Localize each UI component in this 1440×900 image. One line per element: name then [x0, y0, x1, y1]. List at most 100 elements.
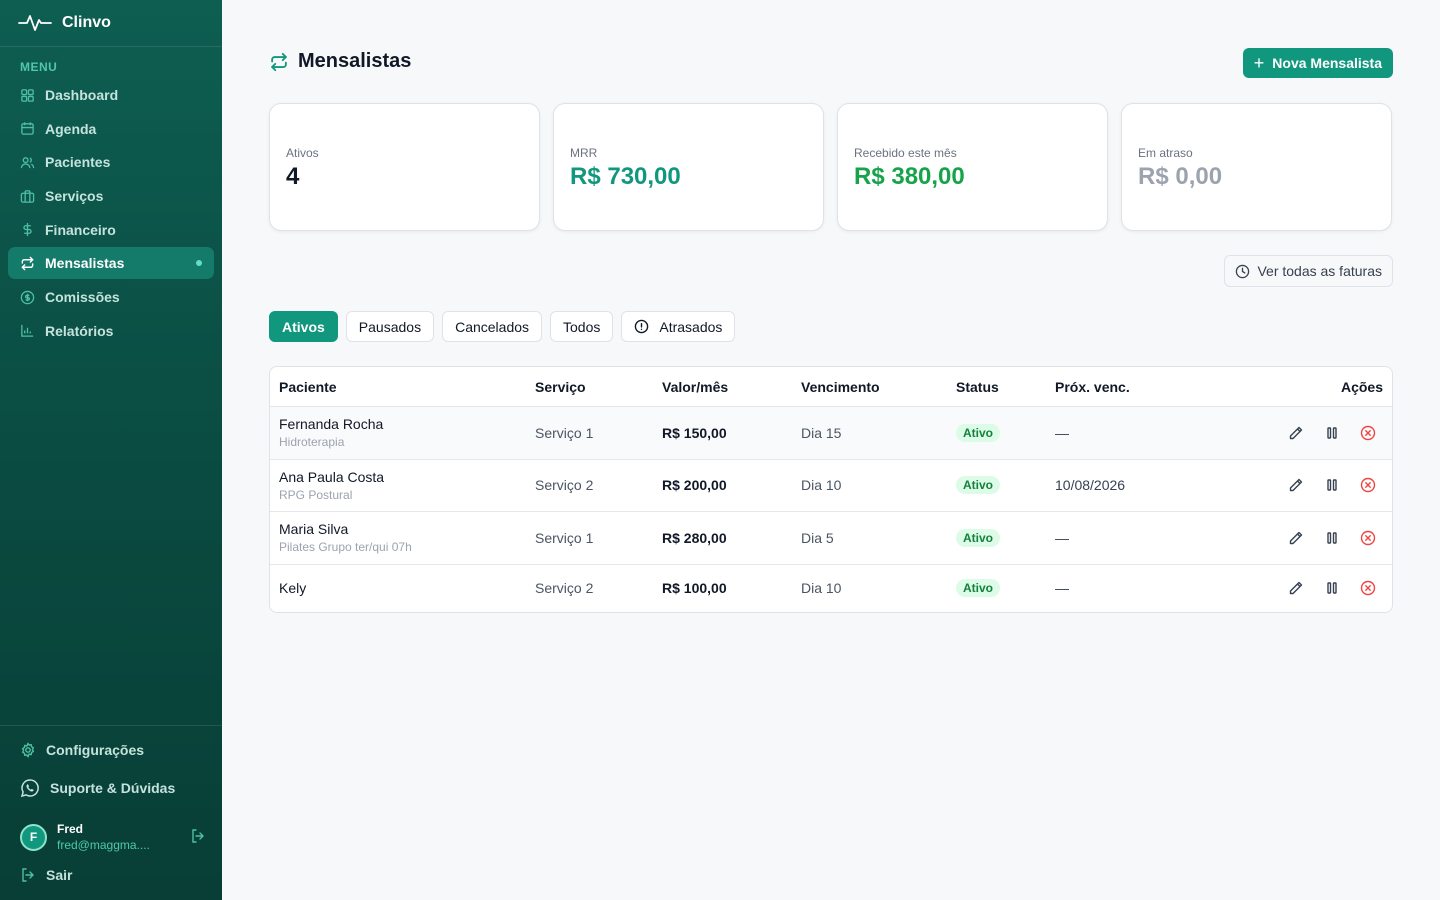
tab-pausados[interactable]: Pausados	[345, 311, 435, 342]
card-recebido: Recebido este mês R$ 380,00	[837, 103, 1108, 231]
new-mensalista-button[interactable]: + Nova Mensalista	[1242, 48, 1393, 78]
sidebar-item-agenda[interactable]: Agenda	[8, 113, 214, 145]
status-badge: Ativo	[956, 476, 1000, 495]
column-header[interactable]: Vencimento	[801, 379, 880, 395]
sidebar: Clinvo MENU Dashboard Agenda Pacientes S…	[0, 0, 222, 900]
card-ativos: Ativos 4	[269, 103, 540, 231]
card-label: Recebido este mês	[854, 146, 957, 160]
row-actions	[1288, 580, 1376, 596]
calendar-icon	[20, 121, 35, 136]
sidebar-item-servicos[interactable]: Serviços	[8, 180, 214, 212]
patient-cell: Ana Paula Costa RPG Postural	[279, 469, 384, 502]
avatar: F	[20, 823, 47, 851]
tab-ativos[interactable]: Ativos	[269, 311, 338, 342]
whatsapp-icon	[20, 778, 40, 798]
sidebar-item-financeiro[interactable]: Financeiro	[8, 214, 214, 246]
value-cell: R$ 150,00	[662, 424, 727, 441]
sidebar-item-configuracoes[interactable]: Configurações	[20, 742, 144, 758]
edit-icon[interactable]	[1288, 425, 1304, 441]
cancel-icon[interactable]	[1360, 530, 1376, 546]
card-value: R$ 730,00	[570, 163, 681, 190]
pause-icon[interactable]	[1324, 530, 1340, 546]
coin-icon	[20, 290, 35, 305]
column-header[interactable]: Status	[956, 379, 999, 395]
gear-icon	[20, 742, 36, 758]
cancel-icon[interactable]	[1360, 425, 1376, 441]
patient-name: Fernanda Rocha	[279, 416, 384, 433]
briefcase-icon	[20, 189, 35, 204]
table-row[interactable]: Maria Silva Pilates Grupo ter/qui 07h Se…	[270, 512, 1392, 565]
sidebar-item-pacientes[interactable]: Pacientes	[8, 146, 214, 178]
edit-icon[interactable]	[1288, 580, 1304, 596]
sidebar-item-dashboard[interactable]: Dashboard	[8, 79, 214, 111]
sidebar-nav: Dashboard Agenda Pacientes Serviços Fina…	[8, 79, 214, 349]
edit-icon[interactable]	[1288, 477, 1304, 493]
heartbeat-logo-icon	[18, 15, 52, 31]
card-value: 4	[286, 163, 300, 190]
status-badge: Ativo	[956, 579, 1000, 597]
tab-cancelados[interactable]: Cancelados	[442, 311, 543, 342]
row-actions	[1288, 477, 1376, 493]
column-header[interactable]: Próx. venc.	[1055, 379, 1130, 395]
column-header[interactable]: Paciente	[279, 379, 337, 395]
grid-icon	[20, 88, 35, 103]
pause-icon[interactable]	[1324, 477, 1340, 493]
user-profile[interactable]: F Fred fred@maggma....	[20, 822, 210, 852]
sidebar-item-label: Mensalistas	[45, 255, 125, 272]
table-row[interactable]: Fernanda Rocha Hidroterapia Serviço 1 R$…	[270, 407, 1392, 460]
status-cell: Ativo	[956, 579, 1000, 597]
logout-icon[interactable]	[190, 828, 206, 844]
pause-icon[interactable]	[1324, 580, 1340, 596]
status-badge: Ativo	[956, 423, 1000, 442]
due-cell: Dia 10	[801, 580, 842, 596]
app-name: Clinvo	[62, 14, 111, 31]
tab-todos[interactable]: Todos	[550, 311, 614, 342]
patient-cell: Kely	[279, 580, 306, 596]
patient-cell: Fernanda Rocha Hidroterapia	[279, 416, 383, 449]
column-header[interactable]: Valor/mês	[662, 379, 728, 395]
view-invoices-label: Ver todas as faturas	[1257, 263, 1382, 279]
due-cell: Dia 5	[801, 529, 834, 546]
card-em-atraso: Em atraso R$ 0,00	[1121, 103, 1392, 231]
table-row[interactable]: Ana Paula Costa RPG Postural Serviço 2 R…	[270, 460, 1392, 512]
sidebar-item-relatorios[interactable]: Relatórios	[8, 315, 214, 347]
sidebar-footer: Configurações Suporte & Dúvidas F Fred f…	[0, 725, 222, 883]
user-email: fred@maggma....	[57, 838, 150, 852]
repeat-icon	[271, 52, 287, 71]
sidebar-item-label: Dashboard	[45, 87, 119, 103]
due-cell: Dia 10	[801, 477, 842, 494]
support-link[interactable]: Suporte & Dúvidas	[20, 778, 175, 798]
next-due-cell: —	[1055, 424, 1069, 441]
summary-cards: Ativos 4 MRR R$ 730,00 Recebido este mês…	[269, 103, 1392, 231]
next-due-cell: 10/08/2026	[1055, 477, 1126, 494]
patient-name: Kely	[279, 580, 307, 596]
view-invoices-button[interactable]: Ver todas as faturas	[1224, 255, 1393, 287]
support-label: Suporte & Dúvidas	[50, 780, 176, 796]
patient-plan: RPG Postural	[279, 487, 353, 502]
sidebar-item-label: Configurações	[46, 742, 145, 758]
brand[interactable]: Clinvo	[0, 0, 222, 47]
row-actions	[1288, 530, 1376, 546]
card-value: R$ 0,00	[1138, 163, 1223, 190]
plus-icon: +	[1253, 53, 1265, 73]
patient-name: Maria Silva	[279, 521, 349, 538]
column-header[interactable]: Serviço	[535, 379, 586, 395]
cancel-icon[interactable]	[1360, 580, 1376, 596]
sidebar-item-mensalistas[interactable]: Mensalistas	[8, 247, 214, 280]
main-content: Mensalistas + Nova Mensalista Ativos 4 M…	[222, 0, 1440, 900]
table-row[interactable]: Kely Serviço 2 R$ 100,00 Dia 10 Ativo —	[270, 565, 1392, 612]
pause-icon[interactable]	[1324, 425, 1340, 441]
repeat-icon	[20, 256, 35, 271]
sidebar-item-comissoes[interactable]: Comissões	[8, 281, 214, 313]
edit-icon[interactable]	[1288, 530, 1304, 546]
logout-button[interactable]: Sair	[20, 867, 72, 883]
status-badge: Ativo	[956, 528, 1000, 547]
cancel-icon[interactable]	[1360, 477, 1376, 493]
card-label: MRR	[570, 146, 598, 160]
filter-tabs: Ativos Pausados Cancelados Todos Atrasad…	[269, 311, 736, 342]
alert-circle-icon	[635, 319, 649, 334]
new-mensalista-label: Nova Mensalista	[1272, 55, 1382, 71]
service-cell: Serviço 1	[535, 424, 594, 441]
service-cell: Serviço 2	[535, 477, 594, 494]
tab-atrasados[interactable]: Atrasados	[621, 311, 736, 342]
